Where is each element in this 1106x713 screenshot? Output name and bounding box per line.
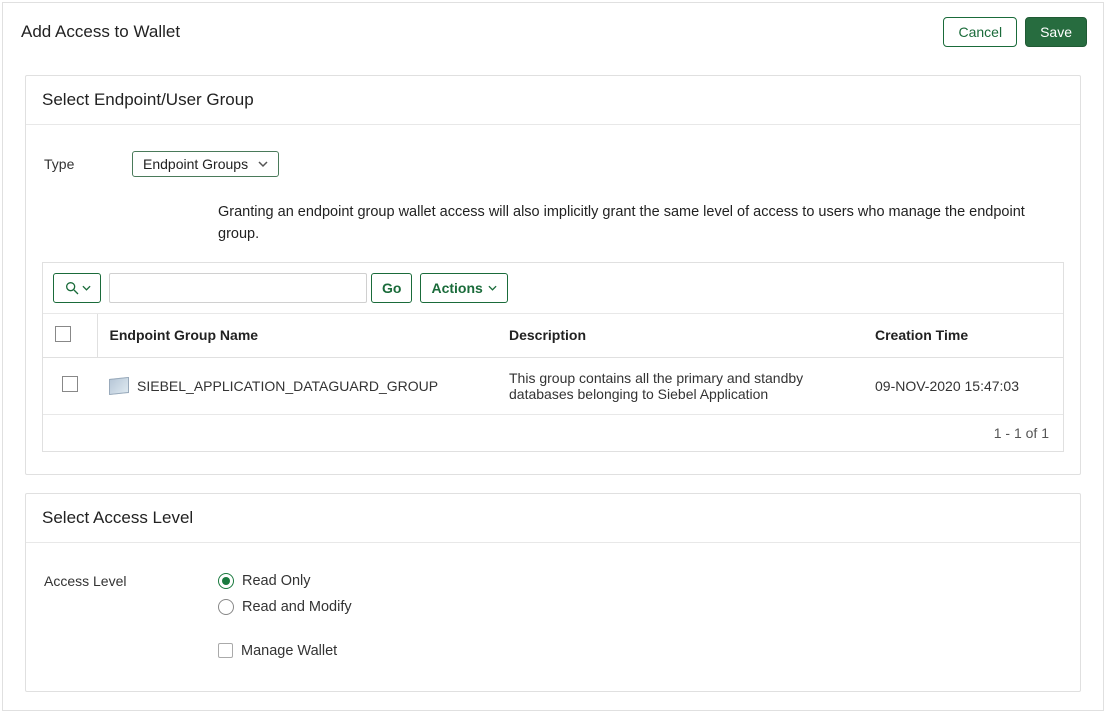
search-icon [64,280,80,296]
read-modify-label: Read and Modify [242,599,352,615]
manage-wallet-label: Manage Wallet [241,643,337,659]
panel-select-group: Select Endpoint/User Group Type Endpoint… [25,75,1081,475]
type-select[interactable]: Endpoint Groups [132,151,279,177]
panel2-body: Access Level Read Only Read and Modify M… [26,543,1080,691]
search-input[interactable] [109,273,367,303]
access-level-row: Access Level Read Only Read and Modify M… [42,559,1064,669]
endpoint-group-icon [109,377,129,395]
page-title: Add Access to Wallet [21,22,180,42]
column-description[interactable]: Description [497,314,863,358]
panel1-title: Select Endpoint/User Group [42,90,1064,110]
checkbox-manage-wallet[interactable]: Manage Wallet [218,643,352,659]
save-button[interactable]: Save [1025,17,1087,47]
search-menu-button[interactable] [53,273,101,303]
search-toolbar: Go Actions [43,263,1063,314]
page-header: Add Access to Wallet Cancel Save [3,3,1103,63]
chevron-down-icon [488,284,497,292]
row-name-cell: SIEBEL_APPLICATION_DATAGUARD_GROUP [97,357,497,414]
type-select-value: Endpoint Groups [143,156,248,172]
radio-icon [218,599,234,615]
access-level-label: Access Level [42,573,218,589]
column-name[interactable]: Endpoint Group Name [97,314,497,358]
select-all-header [43,314,97,358]
header-buttons: Cancel Save [943,17,1087,47]
panel1-body: Type Endpoint Groups Granting an endpoin… [26,125,1080,474]
type-row: Type Endpoint Groups [42,141,1064,193]
row-creation-time: 09-NOV-2020 15:47:03 [863,357,1063,414]
table-row: SIEBEL_APPLICATION_DATAGUARD_GROUP This … [43,357,1063,414]
panel2-title: Select Access Level [42,508,1064,528]
panel-access-level: Select Access Level Access Level Read On… [25,493,1081,692]
radio-read-only[interactable]: Read Only [218,573,352,589]
actions-button[interactable]: Actions [420,273,507,303]
read-only-label: Read Only [242,573,311,589]
table-header-row: Endpoint Group Name Description Creation… [43,314,1063,358]
row-select-checkbox[interactable] [62,376,78,392]
chevron-down-icon [82,284,91,292]
access-options: Read Only Read and Modify Manage Wallet [218,573,352,669]
cancel-button[interactable]: Cancel [943,17,1017,47]
type-label: Type [42,156,132,172]
actions-label: Actions [431,280,482,296]
radio-icon-selected [218,573,234,589]
info-text: Granting an endpoint group wallet access… [42,193,1064,256]
pagination-text: 1 - 1 of 1 [43,415,1063,451]
row-description: This group contains all the primary and … [497,357,863,414]
chevron-down-icon [258,159,268,169]
checkbox-icon [218,643,233,658]
radio-read-modify[interactable]: Read and Modify [218,599,352,615]
row-name: SIEBEL_APPLICATION_DATAGUARD_GROUP [137,378,438,394]
report-region: Go Actions Endpoint Group Name Desc [42,262,1064,452]
column-creation-time[interactable]: Creation Time [863,314,1063,358]
row-select-cell [43,357,97,414]
panel2-header: Select Access Level [26,494,1080,543]
panel1-header: Select Endpoint/User Group [26,76,1080,125]
page-container: Add Access to Wallet Cancel Save Select … [2,2,1104,711]
select-all-checkbox[interactable] [55,326,71,342]
go-button[interactable]: Go [371,273,412,303]
results-table: Endpoint Group Name Description Creation… [43,314,1063,415]
